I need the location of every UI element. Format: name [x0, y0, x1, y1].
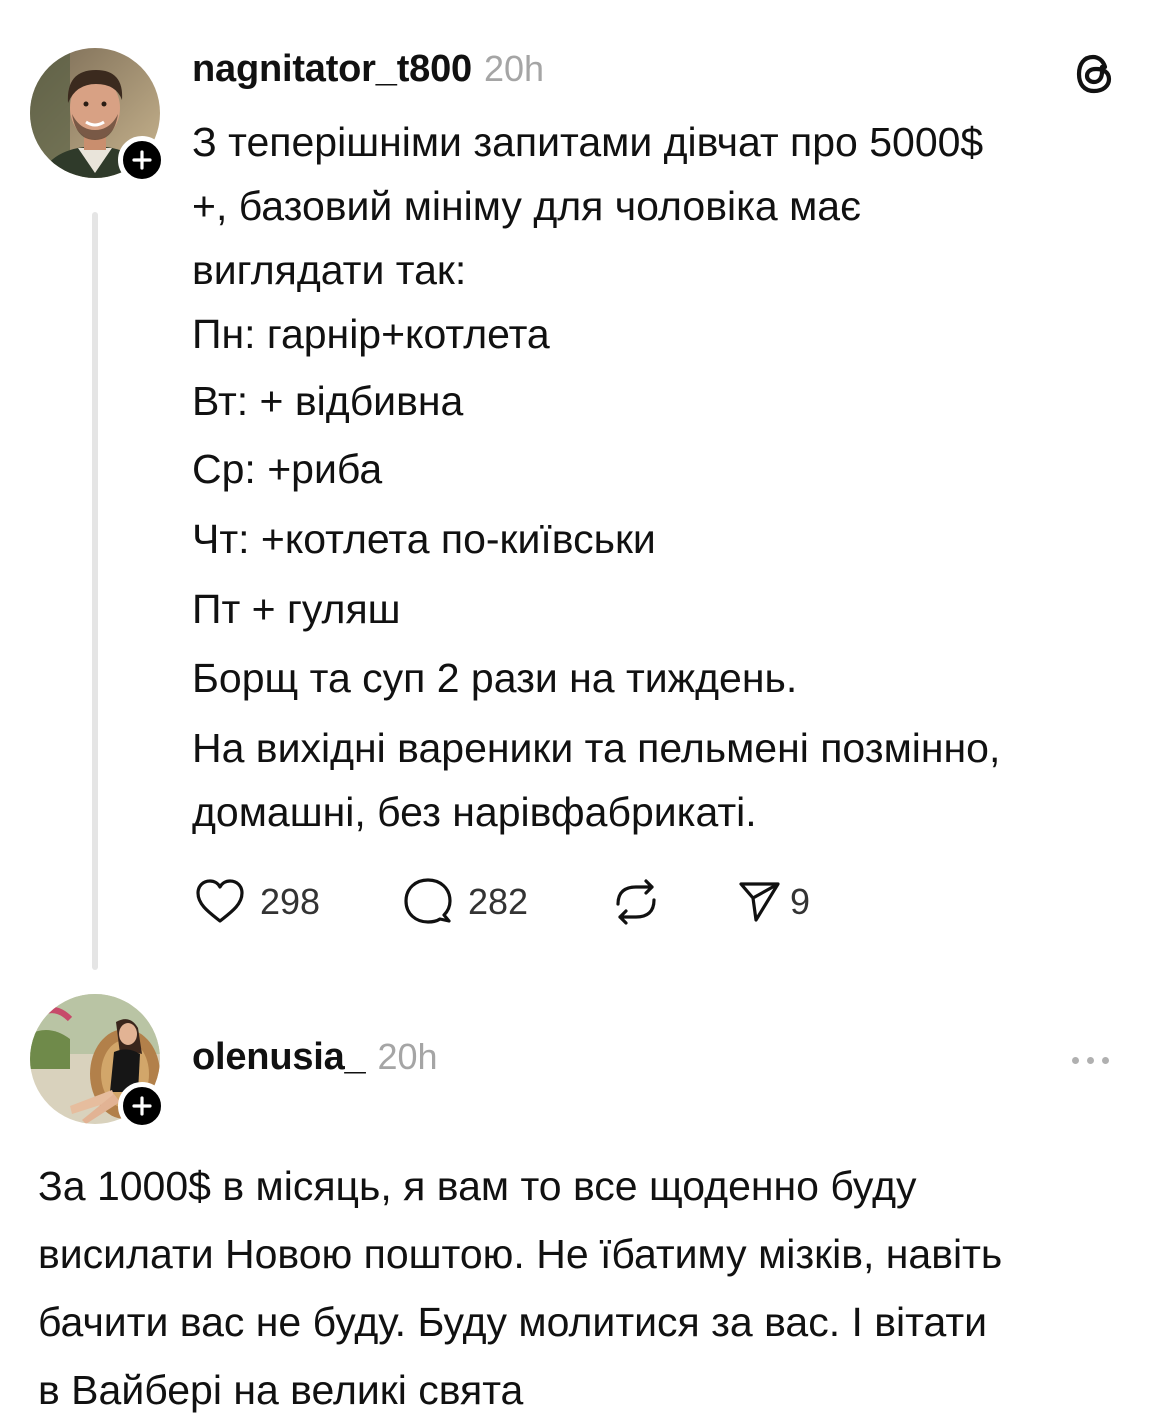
thread-line [92, 212, 98, 970]
follow-button[interactable] [118, 1082, 166, 1130]
post-text-line: На вихідні вареники та пельмені позмінно… [192, 725, 1001, 771]
reply-text-line: бачити вас не буду. Буду молитися за вас… [38, 1299, 988, 1345]
post: nagnitator_t800 20h З теперішніми запита… [0, 0, 1170, 980]
reply-text-line: За 1000$ в місяць, я вам то все щоденно … [38, 1163, 917, 1209]
post-text-line: Борщ та суп 2 рази на тиждень. [192, 655, 798, 701]
post-header: olenusia_ 20h [192, 1036, 438, 1084]
reply-post: olenusia_ 20h За 1000$ в місяць, я вам т… [0, 980, 1170, 1424]
heart-icon [196, 879, 244, 923]
post-text-line: Ср: +риба [192, 446, 383, 492]
share-count: 9 [790, 881, 811, 922]
post-text-line: Пт + гуляш [192, 586, 401, 632]
more-button[interactable] [1068, 1050, 1113, 1070]
post-text-line: домашні, без нарівфабрикаті. [192, 789, 757, 835]
timestamp: 20h [483, 48, 545, 89]
post-text-line: виглядати так: [192, 247, 467, 293]
post-text-line: З теперішніми запитами дівчат про 5000$ [192, 119, 984, 165]
plus-icon [132, 1096, 152, 1116]
more-icon [1068, 1056, 1113, 1064]
like-button[interactable]: 298 [192, 874, 320, 930]
username[interactable]: nagnitator_t800 [192, 48, 472, 91]
comment-icon [404, 878, 452, 924]
username[interactable]: olenusia_ [192, 1036, 366, 1079]
send-icon [739, 882, 780, 922]
follow-button[interactable] [118, 136, 166, 184]
repost-button[interactable] [608, 874, 664, 930]
post-text-line: Вт: + відбивна [192, 378, 464, 424]
reply-text-line: висилати Новою поштою. Не їбатиму мізків… [38, 1231, 1003, 1277]
post-text-line: Пн: гарнір+котлета [192, 311, 550, 357]
timestamp: 20h [377, 1036, 438, 1077]
post-header: nagnitator_t800 20h [192, 48, 544, 96]
reply-text-line: в Вайбері на великі свята [38, 1367, 524, 1413]
like-count: 298 [260, 881, 321, 922]
repost-icon [616, 879, 656, 925]
post-text-line: Чт: +котлета по-київськи [192, 516, 656, 562]
comment-count: 282 [468, 881, 529, 922]
share-button[interactable]: 9 [736, 874, 810, 930]
post-text-line: +, базовий мініму для чоловіка має [192, 183, 862, 229]
plus-icon [132, 150, 152, 170]
threads-icon[interactable] [1072, 50, 1120, 98]
comment-button[interactable]: 282 [400, 874, 528, 930]
